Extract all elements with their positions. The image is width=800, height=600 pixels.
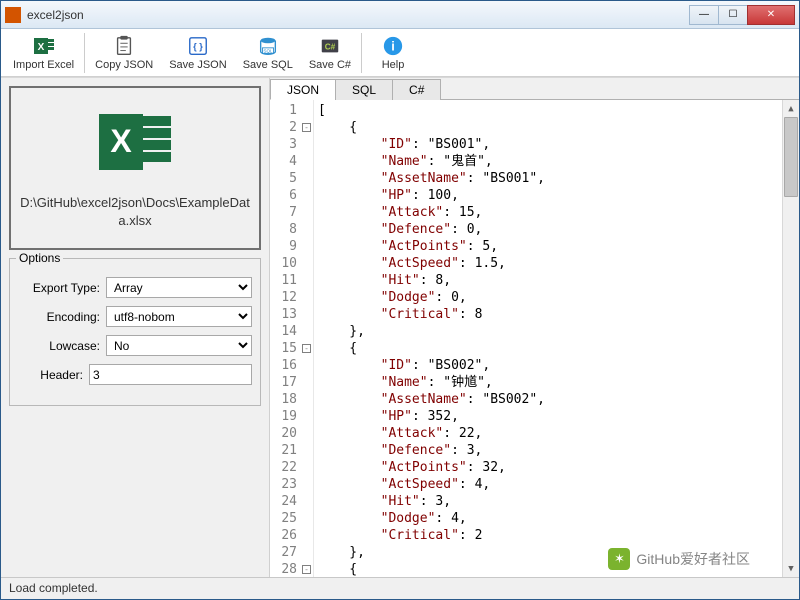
save-cs-button[interactable]: C# Save C# [301, 32, 359, 73]
encoding-label: Encoding: [18, 310, 106, 324]
svg-text:X: X [37, 42, 44, 53]
vertical-scrollbar[interactable]: ▲ ▼ [782, 100, 799, 577]
csharp-icon: C# [318, 34, 342, 58]
svg-text:X: X [110, 123, 132, 159]
export-type-select[interactable]: Array [106, 277, 252, 298]
help-button[interactable]: i Help [364, 32, 422, 73]
line-gutter: 12-3456789101112131415-16171819202122232… [270, 100, 314, 577]
svg-text:{ }: { } [193, 42, 203, 52]
copy-json-button[interactable]: Copy JSON [87, 32, 161, 73]
close-button[interactable]: ✕ [747, 5, 795, 25]
fold-toggle[interactable]: - [302, 565, 311, 574]
output-tabs: JSON SQL C# [270, 78, 799, 100]
window-title: excel2json [27, 8, 690, 22]
encoding-select[interactable]: utf8-nobom [106, 306, 252, 327]
import-excel-button[interactable]: X Import Excel [5, 32, 82, 73]
scroll-up-arrow[interactable]: ▲ [783, 100, 799, 117]
save-sql-button[interactable]: SQL Save SQL [235, 32, 301, 73]
toolbar-separator [84, 33, 85, 73]
titlebar: excel2json — ☐ ✕ [1, 1, 799, 29]
content-area: X D:\GitHub\excel2json\Docs\ExampleData.… [1, 77, 799, 577]
maximize-button[interactable]: ☐ [718, 5, 748, 25]
scroll-down-arrow[interactable]: ▼ [783, 560, 799, 577]
sql-icon: SQL [256, 34, 280, 58]
minimize-button[interactable]: — [689, 5, 719, 25]
app-window: excel2json — ☐ ✕ X Import Excel Copy JSO… [0, 0, 800, 600]
app-icon [5, 7, 21, 23]
clipboard-icon [112, 34, 136, 58]
json-icon: { } [186, 34, 210, 58]
status-text: Load completed. [9, 581, 98, 595]
scroll-thumb[interactable] [784, 117, 798, 197]
left-panel: X D:\GitHub\excel2json\Docs\ExampleData.… [1, 78, 269, 577]
svg-text:SQL: SQL [263, 48, 273, 53]
header-label: Header: [18, 368, 89, 382]
right-panel: JSON SQL C# 12-3456789101112131415-16171… [269, 78, 799, 577]
status-bar: Load completed. [1, 577, 799, 599]
toolbar-separator [361, 33, 362, 73]
options-legend: Options [16, 251, 63, 265]
fold-toggle[interactable]: - [302, 344, 311, 353]
fold-toggle[interactable]: - [302, 123, 311, 132]
svg-text:C#: C# [325, 43, 336, 52]
options-group: Options Export Type: Array Encoding: utf… [9, 258, 261, 406]
header-input[interactable] [89, 364, 252, 385]
lowcase-select[interactable]: No [106, 335, 252, 356]
toolbar: X Import Excel Copy JSON { } Save JSON S… [1, 29, 799, 77]
tab-sql[interactable]: SQL [335, 79, 393, 100]
excel-logo-icon: X [95, 106, 175, 178]
lowcase-label: Lowcase: [18, 339, 106, 353]
save-json-button[interactable]: { } Save JSON [161, 32, 234, 73]
info-icon: i [381, 34, 405, 58]
file-path: D:\GitHub\excel2json\Docs\ExampleData.xl… [17, 194, 253, 230]
code-content[interactable]: [ { "ID": "BS001", "Name": "鬼首", "AssetN… [314, 100, 782, 577]
excel-icon: X [32, 34, 56, 58]
tab-cs[interactable]: C# [392, 79, 441, 100]
file-dropzone[interactable]: X D:\GitHub\excel2json\Docs\ExampleData.… [9, 86, 261, 250]
export-type-label: Export Type: [18, 281, 106, 295]
code-editor[interactable]: 12-3456789101112131415-16171819202122232… [270, 100, 799, 577]
svg-text:i: i [391, 39, 395, 54]
tab-json[interactable]: JSON [270, 79, 336, 100]
